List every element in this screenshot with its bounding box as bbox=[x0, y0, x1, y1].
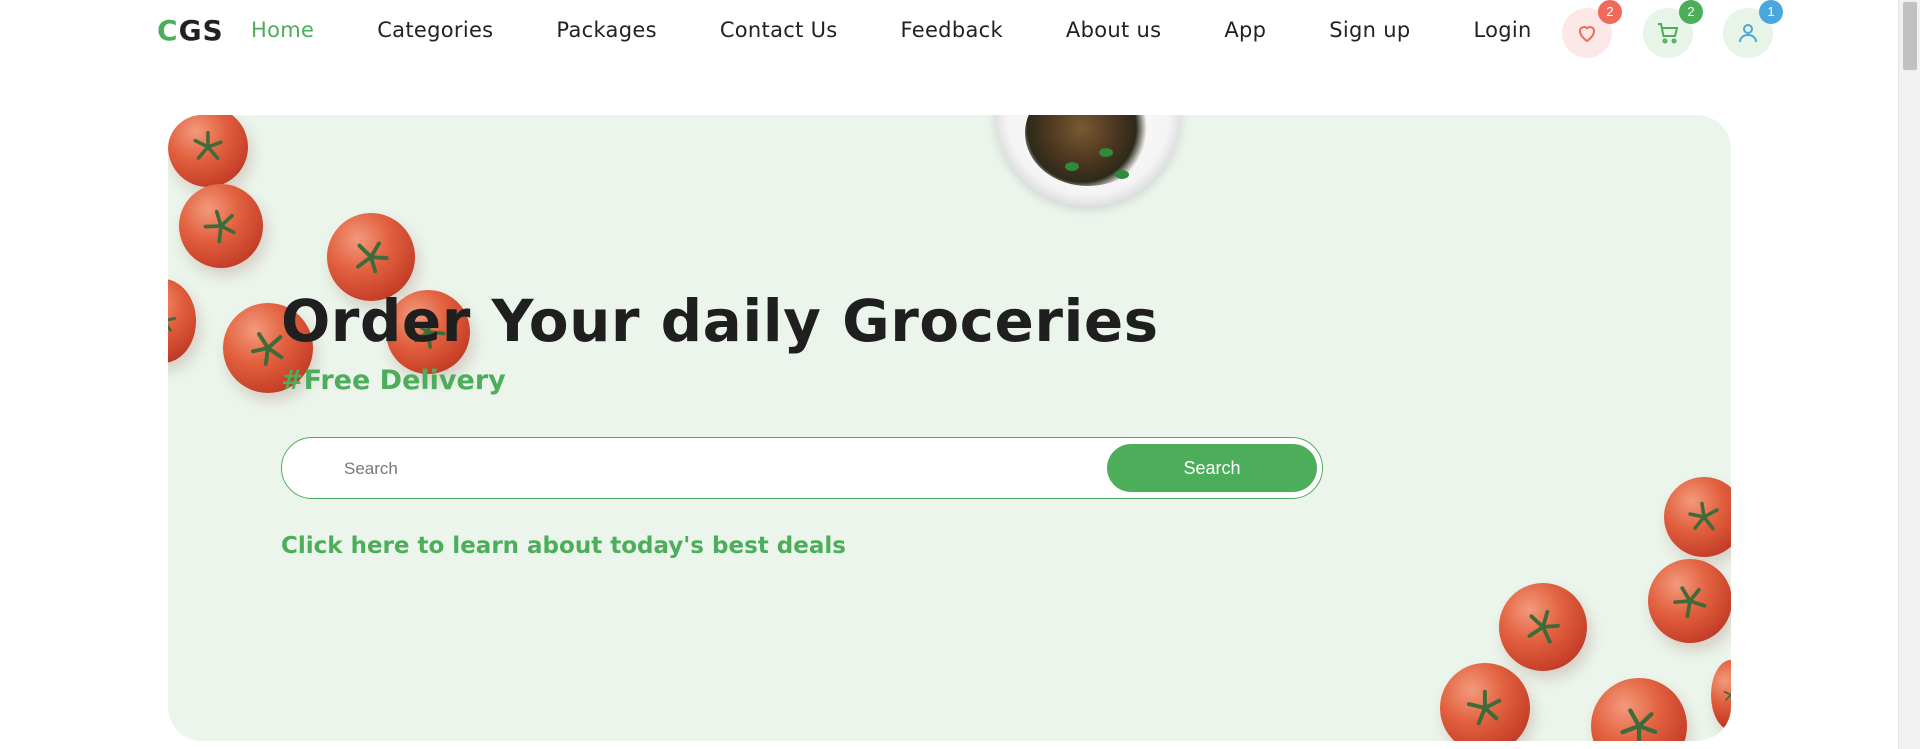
main-nav: Home Categories Packages Contact Us Feed… bbox=[251, 18, 1532, 42]
cart-button[interactable]: 2 bbox=[1643, 0, 1703, 58]
logo[interactable]: CGS bbox=[157, 14, 224, 47]
heart-icon bbox=[1578, 26, 1596, 43]
tomato-stem-icon bbox=[356, 241, 389, 274]
navbar: CGS Home Categories Packages Contact Us … bbox=[0, 0, 1898, 68]
vertical-scrollbar[interactable] bbox=[1898, 0, 1920, 749]
tomato-stem-icon bbox=[1620, 708, 1658, 741]
best-deals-link[interactable]: Click here to learn about today's best d… bbox=[281, 533, 846, 559]
nav-link-packages[interactable]: Packages bbox=[556, 18, 656, 42]
nav-link-categories[interactable]: Categories bbox=[377, 18, 493, 42]
hero-title: Order Your daily Groceries bbox=[281, 287, 1159, 355]
search-form: Search bbox=[281, 437, 1323, 499]
tomato-image bbox=[179, 184, 263, 268]
tomato-stem-icon bbox=[1688, 501, 1719, 531]
tomato-stem-icon bbox=[1466, 689, 1502, 726]
cart-icon bbox=[1658, 23, 1679, 44]
nav-link-home[interactable]: Home bbox=[251, 18, 314, 42]
food-image bbox=[1025, 115, 1151, 186]
tomato-image bbox=[168, 115, 248, 187]
logo-first-letter: C bbox=[157, 14, 179, 47]
tomato-stem-icon bbox=[1527, 609, 1560, 644]
herb-leaf bbox=[1065, 162, 1079, 171]
herb-leaf bbox=[1099, 148, 1113, 157]
hero-banner: Order Your daily Groceries #Free Deliver… bbox=[168, 115, 1731, 741]
wishlist-count-badge: 2 bbox=[1598, 0, 1622, 24]
tomato-image bbox=[1711, 660, 1731, 730]
nav-link-contact-us[interactable]: Contact Us bbox=[720, 18, 838, 42]
nav-link-sign-up[interactable]: Sign up bbox=[1329, 18, 1410, 42]
cart-count-badge: 2 bbox=[1679, 0, 1703, 24]
scrollbar-thumb[interactable] bbox=[1903, 2, 1917, 70]
account-button[interactable]: 1 bbox=[1723, 0, 1783, 58]
hero-subtitle: #Free Delivery bbox=[281, 365, 506, 396]
tomato-image bbox=[1648, 559, 1731, 643]
nav-link-feedback[interactable]: Feedback bbox=[901, 18, 1003, 42]
tomato-image bbox=[1440, 663, 1530, 741]
nav-link-login[interactable]: Login bbox=[1474, 18, 1532, 42]
search-input[interactable] bbox=[344, 452, 1144, 486]
tomato-stem-icon bbox=[1723, 687, 1731, 703]
tomato-stem-icon bbox=[168, 307, 176, 333]
tomato-stem-icon bbox=[1673, 586, 1707, 619]
herb-leaf bbox=[1115, 170, 1129, 179]
user-icon bbox=[1739, 24, 1757, 43]
account-count-badge: 1 bbox=[1759, 0, 1783, 24]
wishlist-button[interactable]: 2 bbox=[1562, 0, 1622, 58]
logo-rest: GS bbox=[178, 14, 224, 47]
nav-link-about-us[interactable]: About us bbox=[1066, 18, 1161, 42]
tomato-image bbox=[1664, 477, 1731, 557]
search-button[interactable]: Search bbox=[1107, 444, 1317, 492]
tomato-stem-icon bbox=[193, 131, 223, 160]
tomato-image bbox=[1591, 678, 1687, 741]
tomato-stem-icon bbox=[203, 209, 236, 244]
tomato-image bbox=[168, 279, 196, 363]
tomato-image bbox=[1499, 583, 1587, 671]
nav-link-app[interactable]: App bbox=[1224, 18, 1266, 42]
food-plate-image bbox=[995, 115, 1181, 206]
